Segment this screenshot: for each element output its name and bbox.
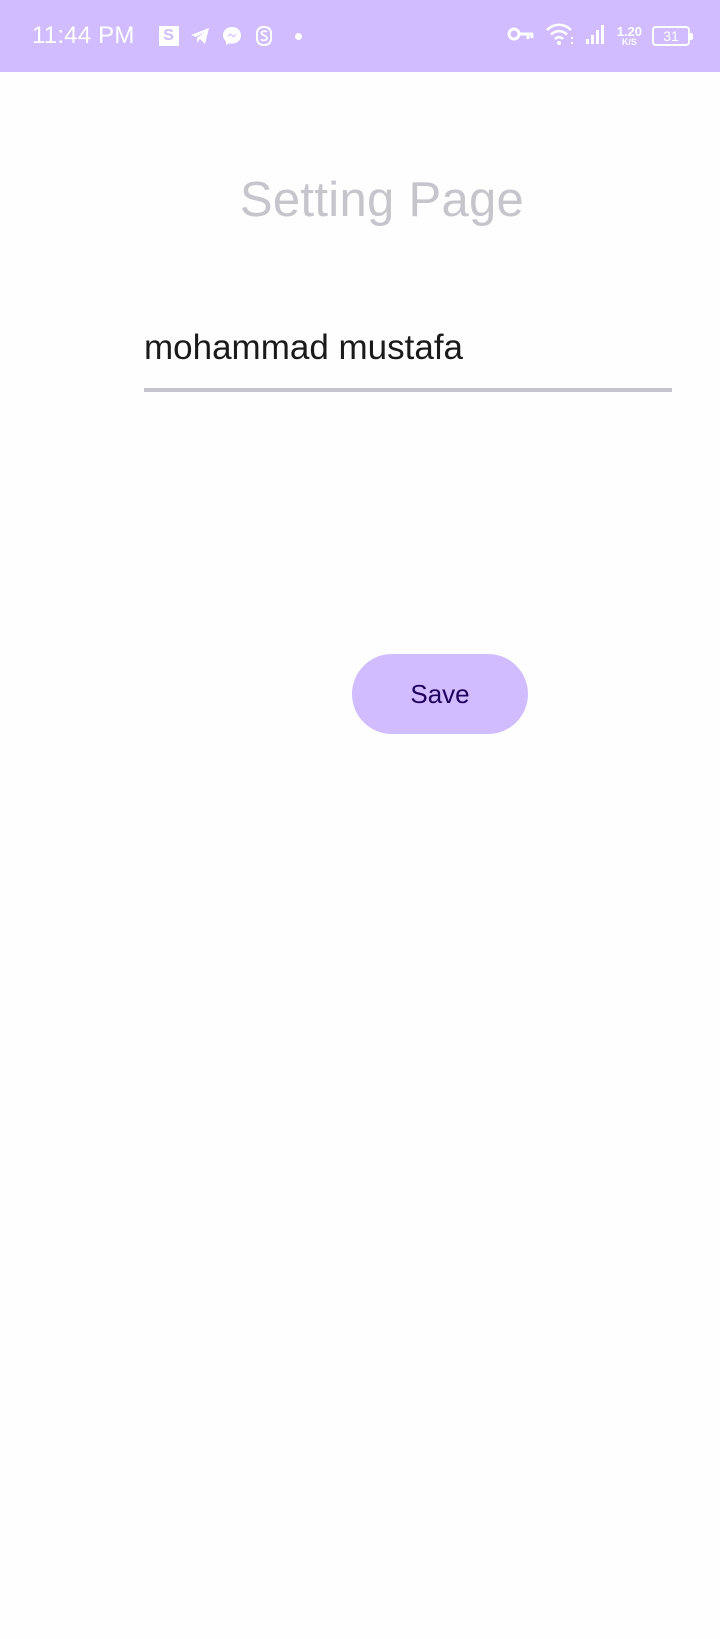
s-logo-icon [253,25,275,47]
status-left: 11:44 PM S [32,0,302,72]
status-right: 1.20 K/S 31 [497,0,693,72]
signal-icon [585,23,607,50]
s-app-icon: S [158,26,179,46]
battery-icon: 31 [652,26,693,46]
vpn-key-icon [507,25,535,48]
page-title: Setting Page [239,173,525,227]
name-input[interactable] [144,320,672,392]
wifi-icon [545,22,575,51]
telegram-icon [189,25,211,47]
messenger-icon [221,25,243,47]
dot-icon [294,32,302,40]
status-time: 11:44 PM [32,22,135,49]
network-speed-unit: K/S [621,37,637,47]
status-bar: 11:44 PM S 1.20 K/S 31 [0,0,720,72]
network-speed: 1.20 K/S [617,25,642,47]
save-button[interactable]: Save [352,654,528,734]
